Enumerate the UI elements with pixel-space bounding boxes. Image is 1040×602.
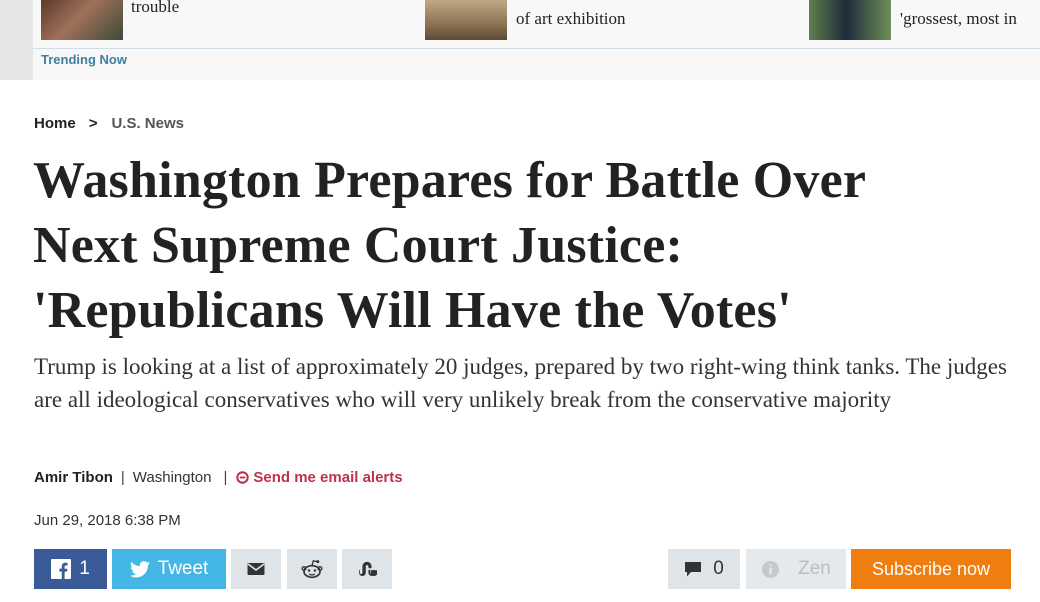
trending-item-2[interactable]: of art exhibition bbox=[425, 0, 805, 40]
tweet-label: Tweet bbox=[157, 558, 209, 579]
comments-button[interactable]: 0 bbox=[668, 549, 740, 589]
headline-line-2: Next Supreme Court Justice: bbox=[33, 217, 683, 274]
trending-item-3[interactable]: 'grossest, most in bbox=[809, 0, 1040, 40]
twitter-bird-icon bbox=[129, 560, 150, 577]
envelope-icon bbox=[247, 563, 265, 575]
headline-line-1: Washington Prepares for Battle Over bbox=[33, 152, 867, 209]
article-subheadline: Trump is looking at a list of approximat… bbox=[34, 354, 1007, 412]
trending-thumbnail-2[interactable] bbox=[425, 0, 507, 40]
facebook-icon bbox=[51, 559, 72, 579]
trending-thumbnail-3[interactable] bbox=[809, 0, 891, 40]
zen-mode-button[interactable]: Zen bbox=[746, 549, 846, 589]
email-alerts-label[interactable]: Send me email alerts bbox=[253, 469, 402, 486]
trending-strip: trouble of art exhibition 'grossest, mos… bbox=[0, 0, 1040, 80]
breadcrumb-home-link[interactable]: Home bbox=[34, 115, 76, 132]
trending-title-2[interactable]: of art exhibition bbox=[516, 6, 806, 32]
trending-title-3[interactable]: 'grossest, most in bbox=[900, 6, 1040, 32]
email-alerts-link[interactable]: Send me email alerts bbox=[236, 469, 403, 486]
info-circle-icon bbox=[762, 560, 780, 578]
byline: Amir Tibon | Washington | Send me email … bbox=[34, 469, 403, 486]
reddit-alien-icon bbox=[301, 560, 323, 579]
stumbleupon-share-button[interactable] bbox=[342, 549, 392, 589]
byline-separator: | bbox=[223, 469, 228, 486]
byline-location: Washington bbox=[132, 469, 212, 486]
byline-separator: | bbox=[120, 469, 125, 486]
comment-bubble-icon bbox=[685, 561, 702, 576]
facebook-share-count: 1 bbox=[79, 558, 90, 579]
breadcrumb-separator: > bbox=[88, 115, 98, 132]
subscribe-button[interactable]: Subscribe now bbox=[851, 549, 1011, 589]
tweet-button[interactable]: Tweet bbox=[112, 549, 226, 589]
trending-title-1[interactable]: trouble bbox=[131, 0, 401, 20]
reddit-share-button[interactable] bbox=[287, 549, 337, 589]
facebook-share-button[interactable]: 1 bbox=[34, 549, 107, 589]
trending-item-1[interactable]: trouble bbox=[41, 0, 401, 40]
stumbleupon-icon bbox=[359, 561, 377, 576]
trending-label[interactable]: Trending Now bbox=[41, 52, 127, 67]
author-name[interactable]: Amir Tibon bbox=[34, 469, 113, 486]
trending-side-bar bbox=[0, 0, 33, 80]
trending-divider bbox=[33, 48, 1040, 49]
minus-circle-icon bbox=[236, 471, 250, 484]
headline-line-3: 'Republicans Will Have the Votes' bbox=[33, 282, 792, 339]
breadcrumb: Home > U.S. News bbox=[34, 115, 184, 132]
publish-date: Jun 29, 2018 6:38 PM bbox=[34, 512, 181, 529]
zen-label: Zen bbox=[798, 558, 831, 579]
comments-count: 0 bbox=[713, 558, 724, 579]
email-share-button[interactable] bbox=[231, 549, 281, 589]
article-headline: Washington Prepares for Battle Over Next… bbox=[33, 148, 993, 343]
trending-thumbnail-1[interactable] bbox=[41, 0, 123, 40]
breadcrumb-section-link[interactable]: U.S. News bbox=[111, 115, 184, 132]
